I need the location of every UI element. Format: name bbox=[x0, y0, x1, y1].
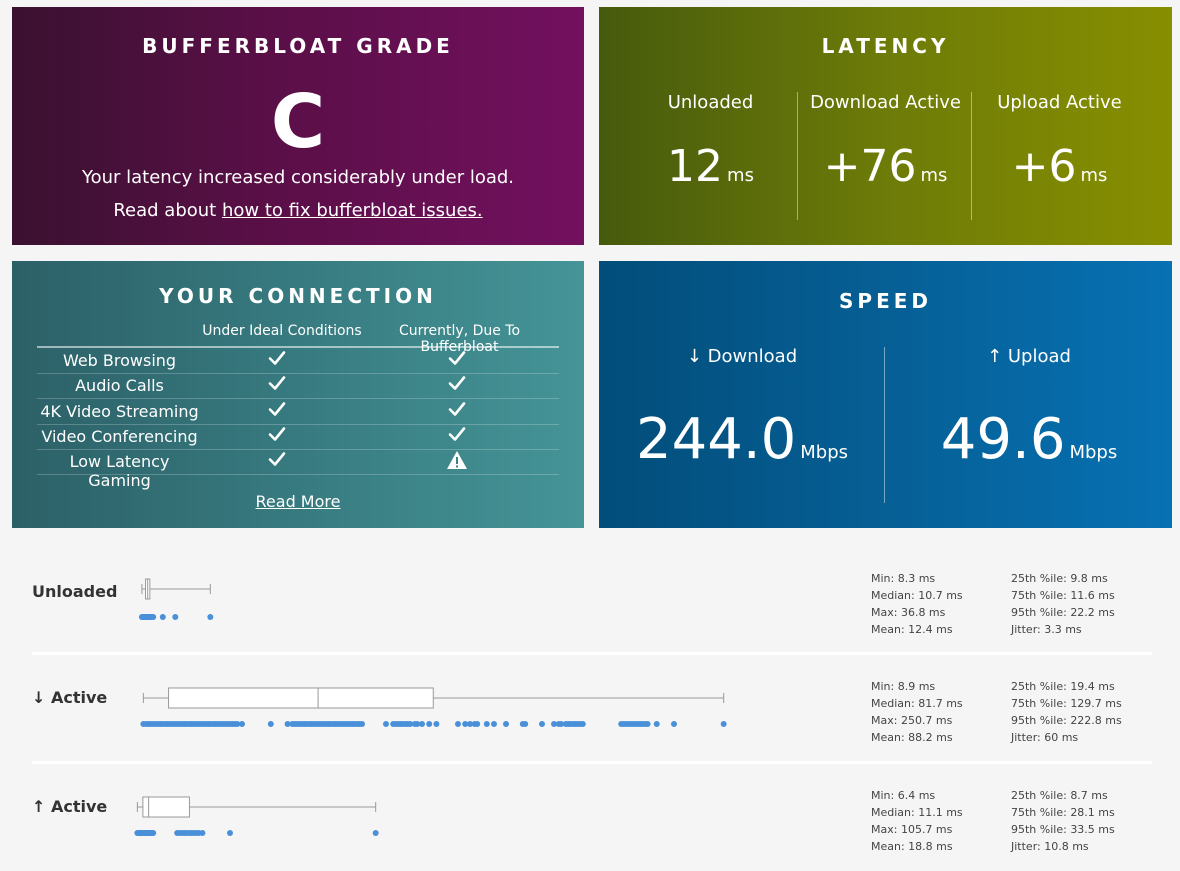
sample-point bbox=[383, 721, 389, 727]
sample-point bbox=[483, 721, 490, 727]
sample-point bbox=[419, 721, 425, 727]
latency-box-plots bbox=[134, 578, 727, 836]
sample-point bbox=[172, 614, 179, 620]
sample-point bbox=[455, 721, 461, 727]
sample-point bbox=[159, 614, 166, 620]
sample-point bbox=[433, 721, 440, 727]
sample-point bbox=[720, 721, 727, 727]
sample-point bbox=[359, 721, 365, 727]
sample-point bbox=[671, 721, 677, 727]
box-iqr bbox=[168, 687, 434, 709]
sample-point bbox=[426, 721, 433, 727]
sample-point bbox=[653, 721, 660, 727]
sample-point bbox=[644, 721, 651, 727]
sample-point bbox=[474, 721, 481, 727]
sample-point bbox=[503, 721, 509, 727]
sample-point bbox=[579, 721, 586, 727]
sample-point bbox=[491, 721, 497, 727]
sample-point bbox=[239, 721, 245, 727]
sample-point bbox=[150, 614, 157, 620]
sample-point bbox=[150, 830, 157, 836]
sample-point bbox=[199, 830, 206, 836]
box-iqr bbox=[142, 796, 190, 818]
sample-point bbox=[207, 614, 214, 620]
sample-point bbox=[539, 721, 545, 727]
sample-point bbox=[522, 721, 529, 727]
sample-point bbox=[227, 830, 233, 836]
sample-point bbox=[372, 830, 379, 836]
sample-point bbox=[267, 721, 274, 727]
